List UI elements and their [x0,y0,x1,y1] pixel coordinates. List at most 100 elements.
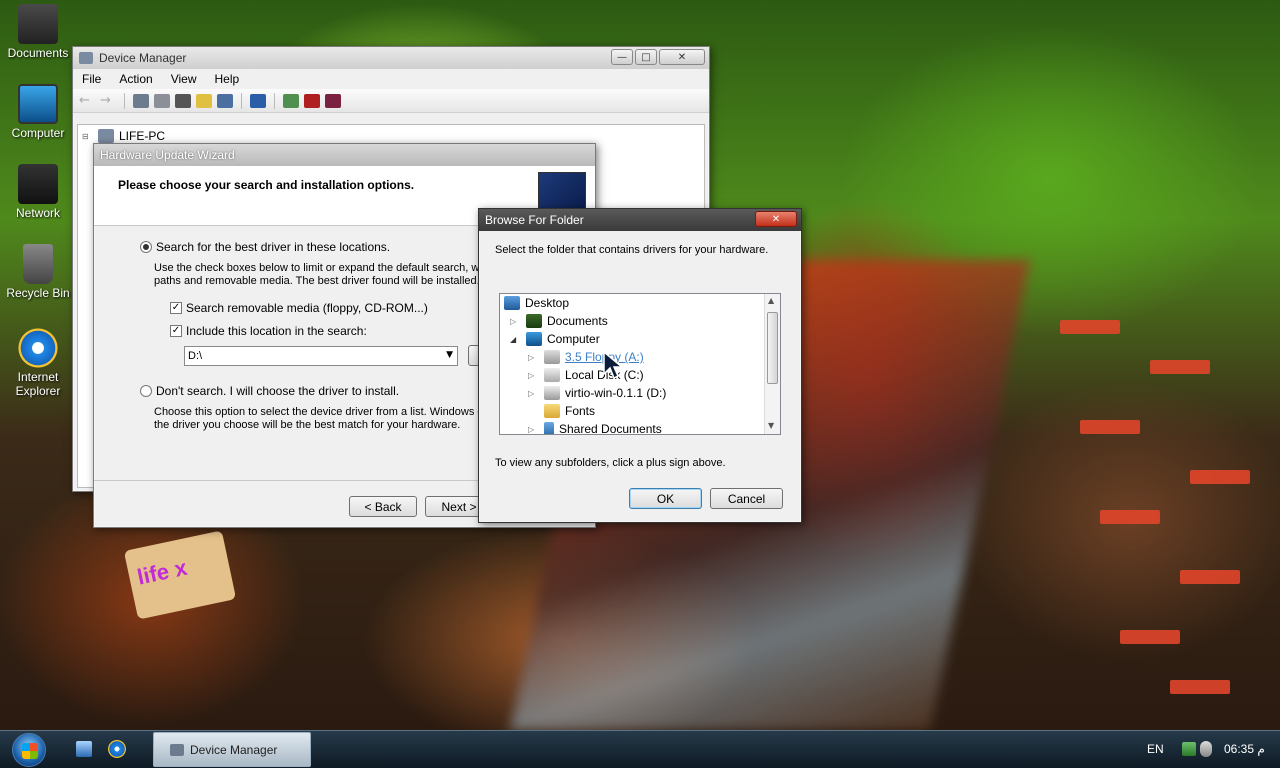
menu-view[interactable]: View [162,72,206,86]
minimize-button[interactable]: — [611,49,633,65]
documents-folder-icon [526,314,542,328]
wizard-titlebar[interactable]: Hardware Update Wizard [94,144,595,166]
collapse-icon[interactable]: ⊟ [82,132,90,141]
scroll-up-icon[interactable]: ▲ [768,296,774,305]
language-indicator[interactable]: EN [1147,742,1164,756]
properties-icon[interactable] [154,93,170,108]
taskbar-clock[interactable]: 06:35 م [1224,742,1265,756]
folder-icon [544,404,560,418]
close-button[interactable]: ✕ [659,49,705,65]
toolbar-separator [241,92,242,109]
expand-icon[interactable]: ▷ [528,389,536,398]
tree-item-floppy[interactable]: ▷ 3.5 Floppy (A:) [528,348,644,366]
maximize-button[interactable]: □ [635,49,657,65]
toolbar: ← → [73,89,709,113]
desktop-icon-network[interactable]: Network [4,164,72,220]
folder-tree-scrollbar[interactable]: ▲ ▼ [764,294,780,434]
folder-icon [18,4,58,44]
desktop-icon-internet-explorer[interactable]: Internet Explorer [4,328,72,398]
tree-item-fonts[interactable]: Fonts [544,402,595,420]
tree-item-desktop[interactable]: Desktop [504,294,569,312]
desktop-icon-computer[interactable]: Computer [4,84,72,140]
desktop-icon [504,296,520,310]
menu-file[interactable]: File [73,72,110,86]
expand-icon[interactable]: ▷ [528,353,536,362]
location-value: D:\ [188,350,203,362]
search-removable-label: Search removable media (floppy, CD-ROM..… [186,301,428,315]
scan-hardware-icon[interactable] [250,93,266,108]
computer-icon [526,332,542,346]
close-button[interactable]: ✕ [755,211,797,227]
quicklaunch-show-desktop-icon[interactable] [76,741,92,757]
tree-item-local-disk[interactable]: ▷ Local Disk (C:) [528,366,644,384]
help-icon[interactable] [196,93,212,108]
expand-icon[interactable]: ▷ [528,371,536,380]
recycle-bin-icon [23,244,53,284]
internet-explorer-icon [18,328,58,368]
browse-titlebar[interactable]: Browse For Folder [479,209,801,231]
chevron-down-icon[interactable]: ▼ [446,350,453,360]
folder-tree: Desktop ▷ Documents ◢ Computer ▷ 3.5 Flo… [499,293,781,435]
wizard-heading: Please choose your search and installati… [118,178,415,192]
browse-instruction: Select the folder that contains drivers … [495,244,769,256]
dont-search-label: Don't search. I will choose the driver t… [156,384,400,398]
tree-item-cd-drive[interactable]: ▷ virtio-win-0.1.1 (D:) [528,384,666,402]
device-manager-icon [170,743,184,756]
expand-icon[interactable]: ▷ [528,425,536,434]
scroll-thumb[interactable] [767,312,778,384]
menu-bar: File Action View Help [73,69,709,89]
browse-title: Browse For Folder [485,213,584,227]
ok-button[interactable]: OK [629,488,702,509]
browse-for-folder-dialog: Browse For Folder ✕ Select the folder th… [478,208,802,523]
dont-search-description-line2: the driver you choose will be the best m… [154,419,461,431]
toolbar-separator [124,92,125,109]
search-best-driver-label: Search for the best driver in these loca… [156,240,391,254]
view-icon[interactable] [217,93,233,108]
search-removable-checkbox[interactable]: ✓ [170,302,182,314]
browse-hint: To view any subfolders, click a plus sig… [495,457,726,469]
cd-drive-icon [544,386,560,400]
wallpaper-cafe-tables [1040,300,1280,720]
desktop-icon-recycle-bin[interactable]: Recycle Bin [4,244,72,300]
back-button[interactable]: < Back [349,496,417,517]
cancel-button[interactable]: Cancel [710,488,783,509]
tree-item-computer[interactable]: ◢ Computer [510,330,600,348]
dont-search-description-line1: Choose this option to select the device … [154,406,484,418]
disable-device-icon[interactable] [325,93,341,108]
tray-app-icon[interactable] [1200,741,1212,757]
include-location-checkbox[interactable]: ✓ [170,325,182,337]
mouse-cursor-icon [603,350,624,380]
shared-folder-icon [544,422,554,434]
menu-action[interactable]: Action [110,72,161,86]
computer-icon [18,84,58,124]
menu-help[interactable]: Help [206,72,249,86]
network-tray-icon[interactable] [1182,742,1196,756]
desktop-icon-documents[interactable]: Documents [4,4,72,60]
location-combobox[interactable]: D:\ ▼ [184,346,458,366]
tree-item-documents[interactable]: ▷ Documents [510,312,608,330]
update-driver-icon[interactable] [283,93,299,108]
collapse-icon[interactable]: ◢ [510,335,518,344]
computer-icon [98,129,114,143]
uninstall-icon[interactable] [304,93,320,108]
taskbar-item-device-manager[interactable]: Device Manager [153,732,311,767]
include-location-label: Include this location in the search: [186,324,367,338]
print-icon[interactable] [175,93,191,108]
network-icon [18,164,58,204]
device-manager-icon [79,52,93,64]
wallpaper-logo: life x [123,530,237,620]
show-hide-tree-icon[interactable] [133,93,149,108]
search-best-driver-radio[interactable] [140,241,152,253]
floppy-drive-icon [544,350,560,364]
quicklaunch-internet-explorer-icon[interactable] [108,740,126,758]
search-description-line1: Use the check boxes below to limit or ex… [154,262,486,274]
dont-search-radio[interactable] [140,385,152,397]
windows-logo-icon [22,743,38,759]
hard-disk-icon [544,368,560,382]
start-button[interactable] [12,733,46,767]
tree-item-shared-documents[interactable]: ▷ Shared Documents [528,420,662,434]
back-arrow-icon[interactable]: ← [79,93,95,108]
expand-icon[interactable]: ▷ [510,317,518,326]
scroll-down-icon[interactable]: ▼ [768,421,774,430]
forward-arrow-icon[interactable]: → [100,93,116,108]
